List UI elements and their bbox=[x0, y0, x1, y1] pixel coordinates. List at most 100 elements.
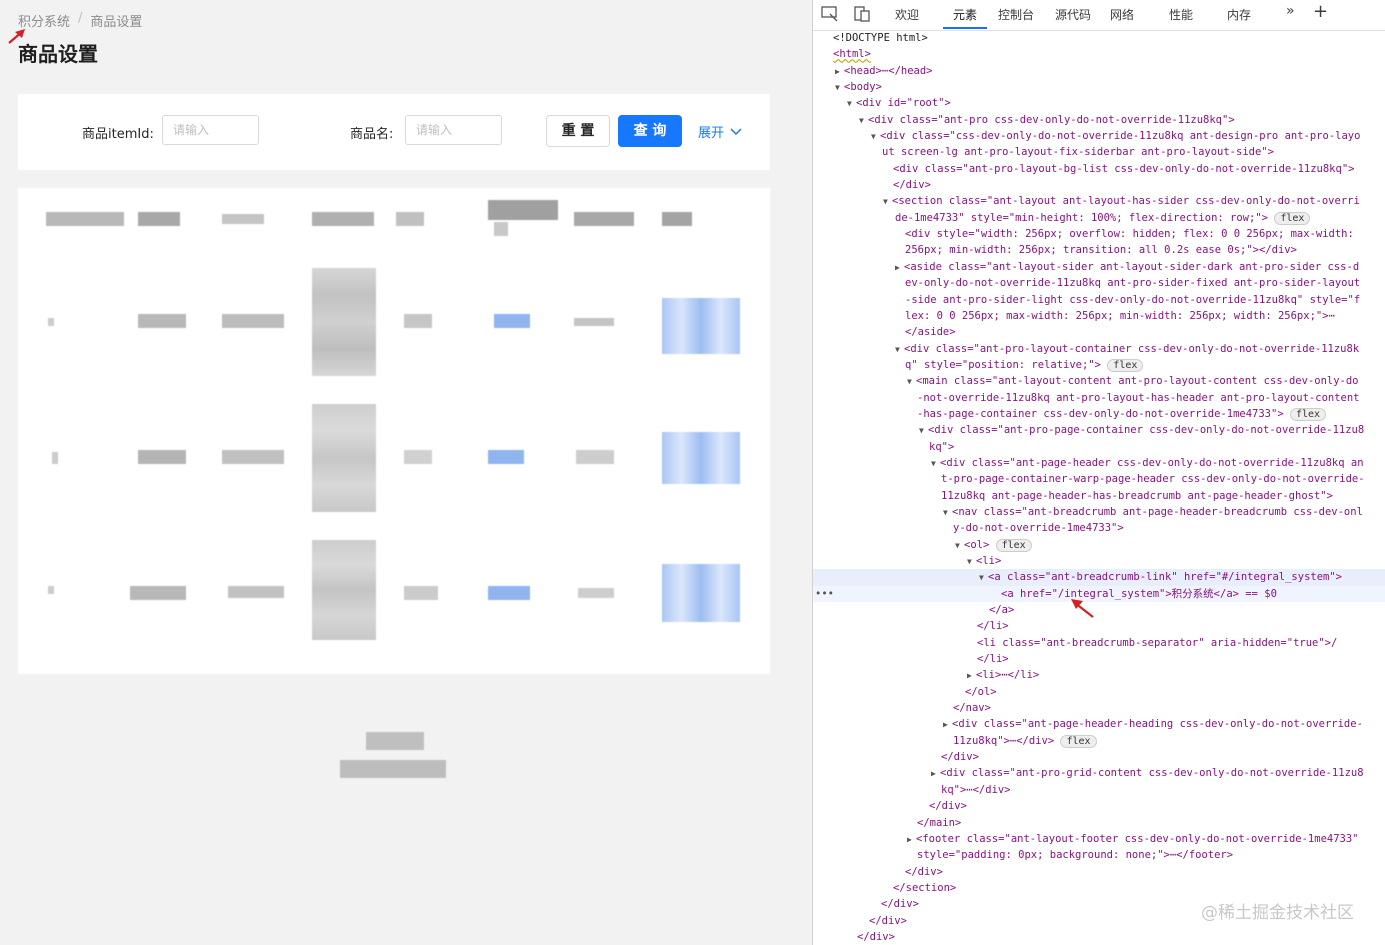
dom-line[interactable]: </div> bbox=[813, 929, 1385, 945]
dom-line[interactable]: </div> bbox=[813, 177, 1385, 193]
obscured-link-cell bbox=[488, 586, 530, 600]
inspect-element-icon[interactable] bbox=[821, 6, 839, 22]
dom-line[interactable]: ▶ <footer class="ant-layout-footer css-de… bbox=[813, 831, 1385, 847]
obscured-cell bbox=[404, 314, 432, 328]
tab-memory[interactable]: 内存 bbox=[1227, 6, 1251, 23]
dom-line[interactable]: -side ant-pro-sider-light css-dev-only-d… bbox=[813, 292, 1385, 308]
add-tab-icon[interactable]: + bbox=[1313, 1, 1328, 22]
dom-line[interactable]: t-pro-page-container-warp-page-header cs… bbox=[813, 471, 1385, 487]
tab-console[interactable]: 控制台 bbox=[998, 6, 1034, 23]
dom-line[interactable]: ▼ <div class="css-dev-only-do-not-overrid… bbox=[813, 128, 1385, 144]
dom-line-selected[interactable]: ••• <a href="/integral_system">积分系统</a> =… bbox=[813, 585, 1385, 603]
dom-line[interactable]: -has-page-container css-dev-only-do-not-… bbox=[813, 406, 1385, 422]
dom-line[interactable]: ▶ <aside class="ant-layout-sider ant-layo… bbox=[813, 259, 1385, 275]
expand-label: 展开 bbox=[698, 126, 725, 141]
dom-line[interactable]: ▼ <main class="ant-layout-content ant-pro… bbox=[813, 373, 1385, 389]
annotation-arrow-icon bbox=[1071, 599, 1094, 618]
tab-welcome[interactable]: 欢迎 bbox=[895, 6, 919, 23]
dom-line[interactable]: </div> bbox=[813, 864, 1385, 880]
dom-line[interactable]: ▼ <li> bbox=[813, 553, 1385, 569]
tab-performance[interactable]: 性能 bbox=[1169, 6, 1193, 23]
dom-line[interactable]: ▼ <nav class="ant-breadcrumb ant-page-hea… bbox=[813, 504, 1385, 520]
dom-line[interactable]: </a> bbox=[813, 602, 1385, 618]
device-toolbar-icon[interactable] bbox=[853, 6, 871, 22]
dom-line[interactable]: </nav> bbox=[813, 700, 1385, 716]
obscured-link-cell bbox=[494, 314, 530, 328]
obscured-action-links bbox=[662, 432, 740, 484]
obscured-footer-line bbox=[366, 732, 424, 750]
dom-line[interactable]: 11zu8kq">⋯</div> flex bbox=[813, 733, 1385, 749]
obscured-cell bbox=[138, 450, 186, 464]
obscured-header-cell bbox=[222, 214, 264, 224]
obscured-header-cell bbox=[494, 222, 508, 236]
dom-line[interactable]: </main> bbox=[813, 815, 1385, 831]
obscured-cell bbox=[312, 268, 376, 376]
dom-line[interactable]: </aside> bbox=[813, 324, 1385, 340]
dom-line-doctype[interactable]: <!DOCTYPE html> bbox=[813, 30, 1385, 46]
search-form: 商品itemId: 请输入 商品名: 请输入 重 置 查 询 展开 bbox=[18, 94, 770, 170]
selected-line-marker: ••• bbox=[815, 587, 834, 600]
dom-line[interactable]: ▶ <li>⋯</li> bbox=[813, 667, 1385, 683]
dom-line[interactable]: lex: 0 0 256px; max-width: 256px; min-wi… bbox=[813, 308, 1385, 324]
dom-line[interactable]: de-1me4733" style="min-height: 100%; fle… bbox=[813, 210, 1385, 226]
dom-line[interactable]: ▶ <div class="ant-page-header-heading css… bbox=[813, 716, 1385, 732]
obscured-footer-line bbox=[340, 760, 446, 778]
dom-line[interactable]: </div> bbox=[813, 798, 1385, 814]
dom-line[interactable]: q" style="position: relative;"> flex bbox=[813, 357, 1385, 373]
obscured-cell bbox=[222, 450, 284, 464]
dom-line[interactable]: </ol> bbox=[813, 684, 1385, 700]
dom-line[interactable]: ▼ <div class="ant-pro css-dev-only-do-not… bbox=[813, 112, 1385, 128]
product-name-label: 商品名: bbox=[350, 127, 394, 142]
dom-line[interactable]: kq">⋯</div> bbox=[813, 782, 1385, 798]
obscured-cell bbox=[48, 318, 54, 326]
dom-line[interactable]: </section> bbox=[813, 880, 1385, 896]
dom-line[interactable]: ut screen-lg ant-pro-layout-fix-siderbar… bbox=[813, 144, 1385, 160]
dom-line-body[interactable]: ▼ <body> bbox=[813, 79, 1385, 95]
flex-badge[interactable]: flex bbox=[1289, 407, 1327, 421]
dom-line[interactable]: <div class="ant-pro-layout-bg-list css-d… bbox=[813, 161, 1385, 177]
dom-line[interactable]: ▼ <section class="ant-layout ant-layout-h… bbox=[813, 193, 1385, 209]
obscured-cell bbox=[404, 450, 432, 464]
dom-line[interactable]: </li> bbox=[813, 618, 1385, 634]
product-name-input[interactable]: 请输入 bbox=[405, 115, 502, 145]
breadcrumb: 积分系统 / 商品设置 bbox=[18, 11, 142, 30]
obscured-cell bbox=[48, 586, 54, 594]
dom-line[interactable]: style="padding: 0px; background: none;">… bbox=[813, 847, 1385, 863]
dom-line-html[interactable]: <html> bbox=[813, 46, 1385, 62]
flex-badge[interactable]: flex bbox=[1060, 734, 1097, 748]
dom-line[interactable]: ▼ <div class="ant-pro-layout-container cs… bbox=[813, 341, 1385, 357]
dom-line-head[interactable]: ▶ <head>⋯</head> bbox=[813, 63, 1385, 79]
dom-line[interactable]: ▼ <div class="ant-page-header css-dev-onl… bbox=[813, 455, 1385, 471]
item-id-input[interactable]: 请输入 bbox=[162, 115, 259, 145]
dom-line[interactable]: <li class="ant-breadcrumb-separator" ari… bbox=[813, 635, 1385, 651]
flex-badge[interactable]: flex bbox=[1274, 211, 1311, 225]
dom-line[interactable]: </li> bbox=[813, 651, 1385, 667]
tab-elements[interactable]: 元素 bbox=[953, 6, 977, 23]
tab-network[interactable]: 网络 bbox=[1110, 6, 1134, 23]
flex-badge[interactable]: flex bbox=[995, 538, 1032, 552]
dom-line[interactable]: ▶ <div class="ant-pro-grid-content css-de… bbox=[813, 765, 1385, 781]
obscured-header-cell bbox=[488, 200, 558, 220]
obscured-cell bbox=[578, 588, 614, 598]
dom-line[interactable]: ▼ <div id="root"> bbox=[813, 95, 1385, 111]
query-button[interactable]: 查 询 bbox=[618, 115, 682, 147]
tab-sources[interactable]: 源代码 bbox=[1055, 6, 1091, 23]
expand-toggle[interactable]: 展开 bbox=[698, 122, 742, 141]
active-tab-indicator bbox=[943, 27, 987, 29]
dom-line[interactable]: 11zu8kq ant-page-header-has-breadcrumb a… bbox=[813, 488, 1385, 504]
product-table-obscured bbox=[18, 188, 770, 674]
dom-line[interactable]: ▼ <ol> flex bbox=[813, 537, 1385, 553]
dom-line[interactable]: -not-override-11zu8kq ant-pro-layout-has… bbox=[813, 390, 1385, 406]
dom-line[interactable]: 256px; min-width: 256px; transition: all… bbox=[813, 242, 1385, 258]
more-tabs-icon[interactable]: » bbox=[1286, 3, 1295, 19]
dom-line-breadcrumb-link[interactable]: ▼ <a class="ant-breadcrumb-link" href="#/… bbox=[813, 569, 1385, 586]
dom-line[interactable]: ev-only-do-not-override-11zu8kq ant-pro-… bbox=[813, 275, 1385, 291]
dom-line[interactable]: ▼ <div class="ant-pro-page-container css-… bbox=[813, 422, 1385, 438]
dom-line[interactable]: </div> bbox=[813, 749, 1385, 765]
flex-badge[interactable]: flex bbox=[1107, 358, 1144, 372]
dom-line[interactable]: kq"> bbox=[813, 439, 1385, 455]
reset-button[interactable]: 重 置 bbox=[546, 115, 610, 147]
dom-line[interactable]: y-do-not-override-1me4733"> bbox=[813, 520, 1385, 536]
dom-line[interactable]: <div style="width: 256px; overflow: hidd… bbox=[813, 226, 1385, 242]
obscured-header-cell bbox=[46, 212, 124, 226]
